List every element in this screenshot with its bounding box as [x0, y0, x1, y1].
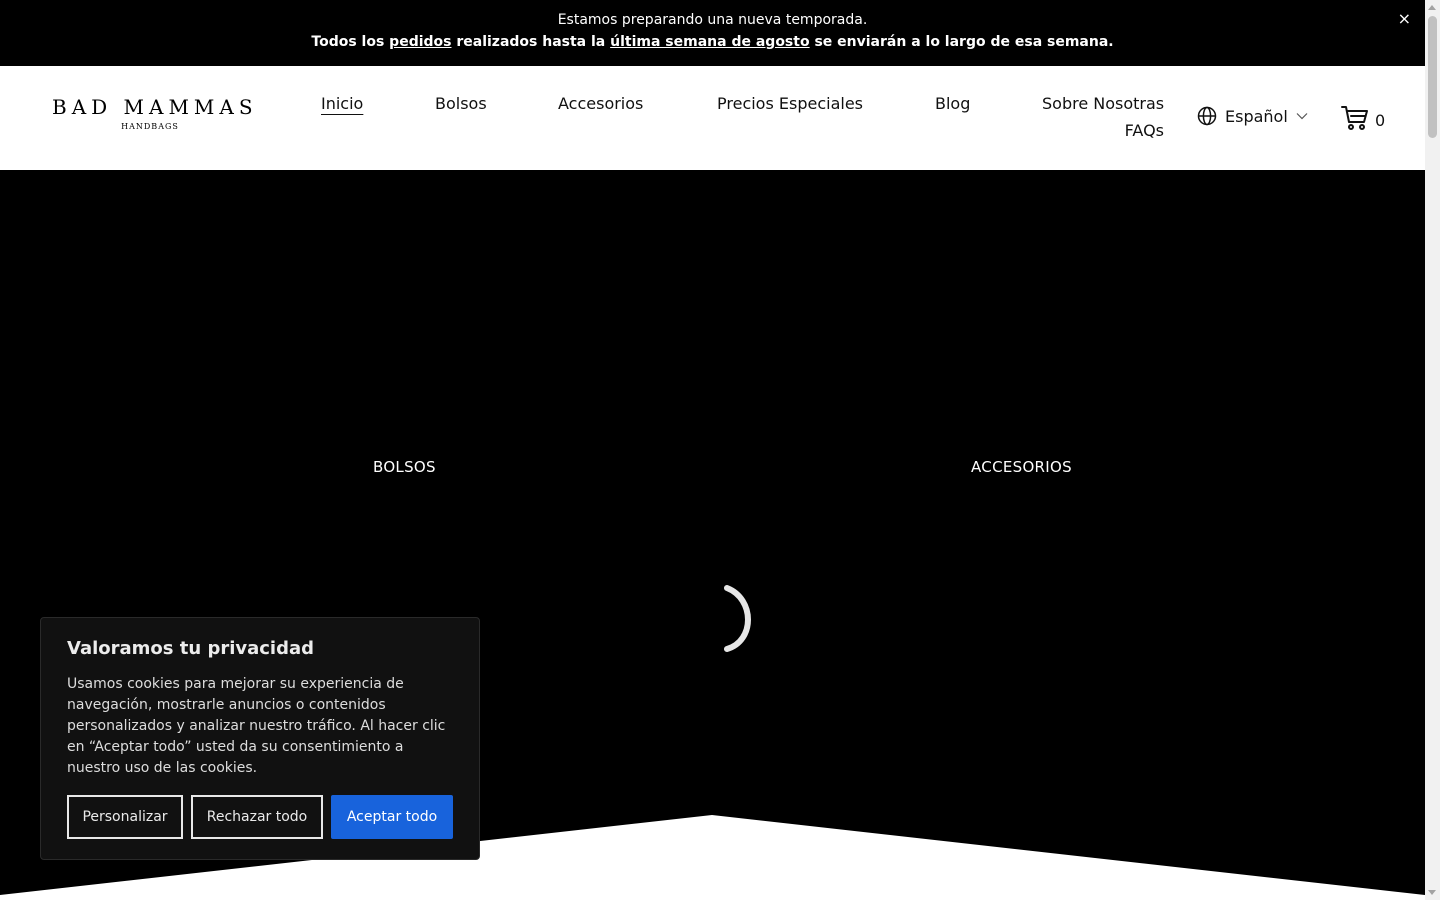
cart-button[interactable]: 0 [1341, 105, 1385, 135]
language-selector[interactable]: Español [1197, 106, 1308, 126]
announcement-text-a: Todos los [311, 34, 390, 50]
logo[interactable]: BAD MAMMAS HANDBAGS [52, 95, 258, 131]
page: Estamos preparando una nueva temporada. … [0, 0, 1425, 900]
announcement-text-c: se enviarán a lo largo de esa semana. [809, 34, 1114, 50]
reject-all-button[interactable]: Rechazar todo [191, 795, 323, 839]
scroll-up-arrow-icon[interactable] [1428, 5, 1436, 10]
cookie-title: Valoramos tu privacidad [67, 638, 315, 659]
nav-item-sobre-nosotras[interactable]: Sobre Nosotras [1042, 92, 1164, 116]
accept-all-button[interactable]: Aceptar todo [331, 795, 453, 839]
close-icon[interactable]: × [1398, 10, 1411, 28]
site-header: BAD MAMMAS HANDBAGS Inicio Bolsos Acceso… [0, 66, 1425, 170]
announcement-text-b: realizados hasta la [451, 34, 611, 50]
orders-link[interactable]: pedidos [389, 34, 451, 50]
nav-item-faqs[interactable]: FAQs [1125, 119, 1164, 143]
announcement-line-1: Estamos preparando una nueva temporada. [557, 12, 868, 28]
last-week-august-link[interactable]: última semana de agosto [610, 34, 809, 50]
scrollbar-thumb[interactable] [1428, 16, 1437, 138]
nav-item-bolsos[interactable]: Bolsos [435, 92, 487, 116]
scroll-down-arrow-icon[interactable] [1428, 890, 1436, 895]
nav-item-inicio[interactable]: Inicio [321, 92, 363, 116]
cookie-consent-banner: Valoramos tu privacidad Usamos cookies p… [40, 617, 480, 860]
announcement-line-2: Todos los pedidos realizados hasta la úl… [0, 31, 1425, 53]
logo-sub-text: HANDBAGS [121, 122, 179, 131]
nav-item-precios-especiales[interactable]: Precios Especiales [717, 92, 863, 116]
cookie-text: Usamos cookies para mejorar su experienc… [67, 676, 446, 776]
cart-icon [1341, 105, 1369, 135]
cart-count: 0 [1375, 110, 1386, 130]
vertical-scrollbar[interactable] [1425, 0, 1440, 900]
customize-button[interactable]: Personalizar [67, 795, 183, 839]
language-label: Español [1225, 106, 1288, 126]
nav-item-blog[interactable]: Blog [935, 92, 970, 116]
nav-item-accesorios[interactable]: Accesorios [558, 92, 643, 116]
globe-icon [1197, 106, 1217, 126]
announcement-bar: Estamos preparando una nueva temporada. … [0, 0, 1425, 66]
logo-main-text: BAD MAMMAS [52, 95, 258, 119]
chevron-down-icon [1296, 112, 1308, 120]
